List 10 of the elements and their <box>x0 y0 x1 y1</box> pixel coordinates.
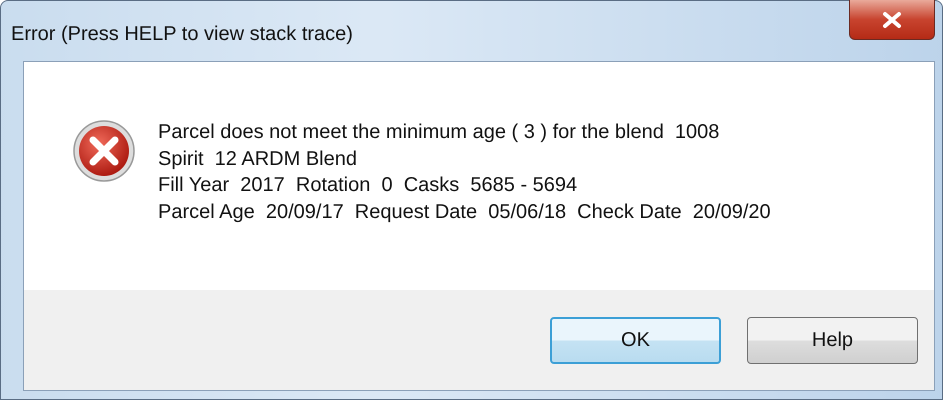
error-icon <box>72 119 136 183</box>
close-button[interactable] <box>849 0 935 40</box>
error-message-line: Fill Year 2017 Rotation 0 Casks 5685 - 5694 <box>158 173 578 198</box>
error-message-line: Parcel does not meet the minimum age ( 3 ) for the blend 1008 <box>158 120 720 145</box>
error-message-line: Parcel Age 20/09/17 Request Date 05/06/18 Check Date 20/09/20 <box>158 200 771 224</box>
close-icon <box>881 10 903 28</box>
window-title: Error (Press HELP to view stack trace) <box>11 23 353 46</box>
error-message-line: Spirit 12 ARDM Blend <box>158 146 358 172</box>
ok-button[interactable]: OK <box>550 317 721 364</box>
help-button[interactable]: Help <box>747 317 918 364</box>
